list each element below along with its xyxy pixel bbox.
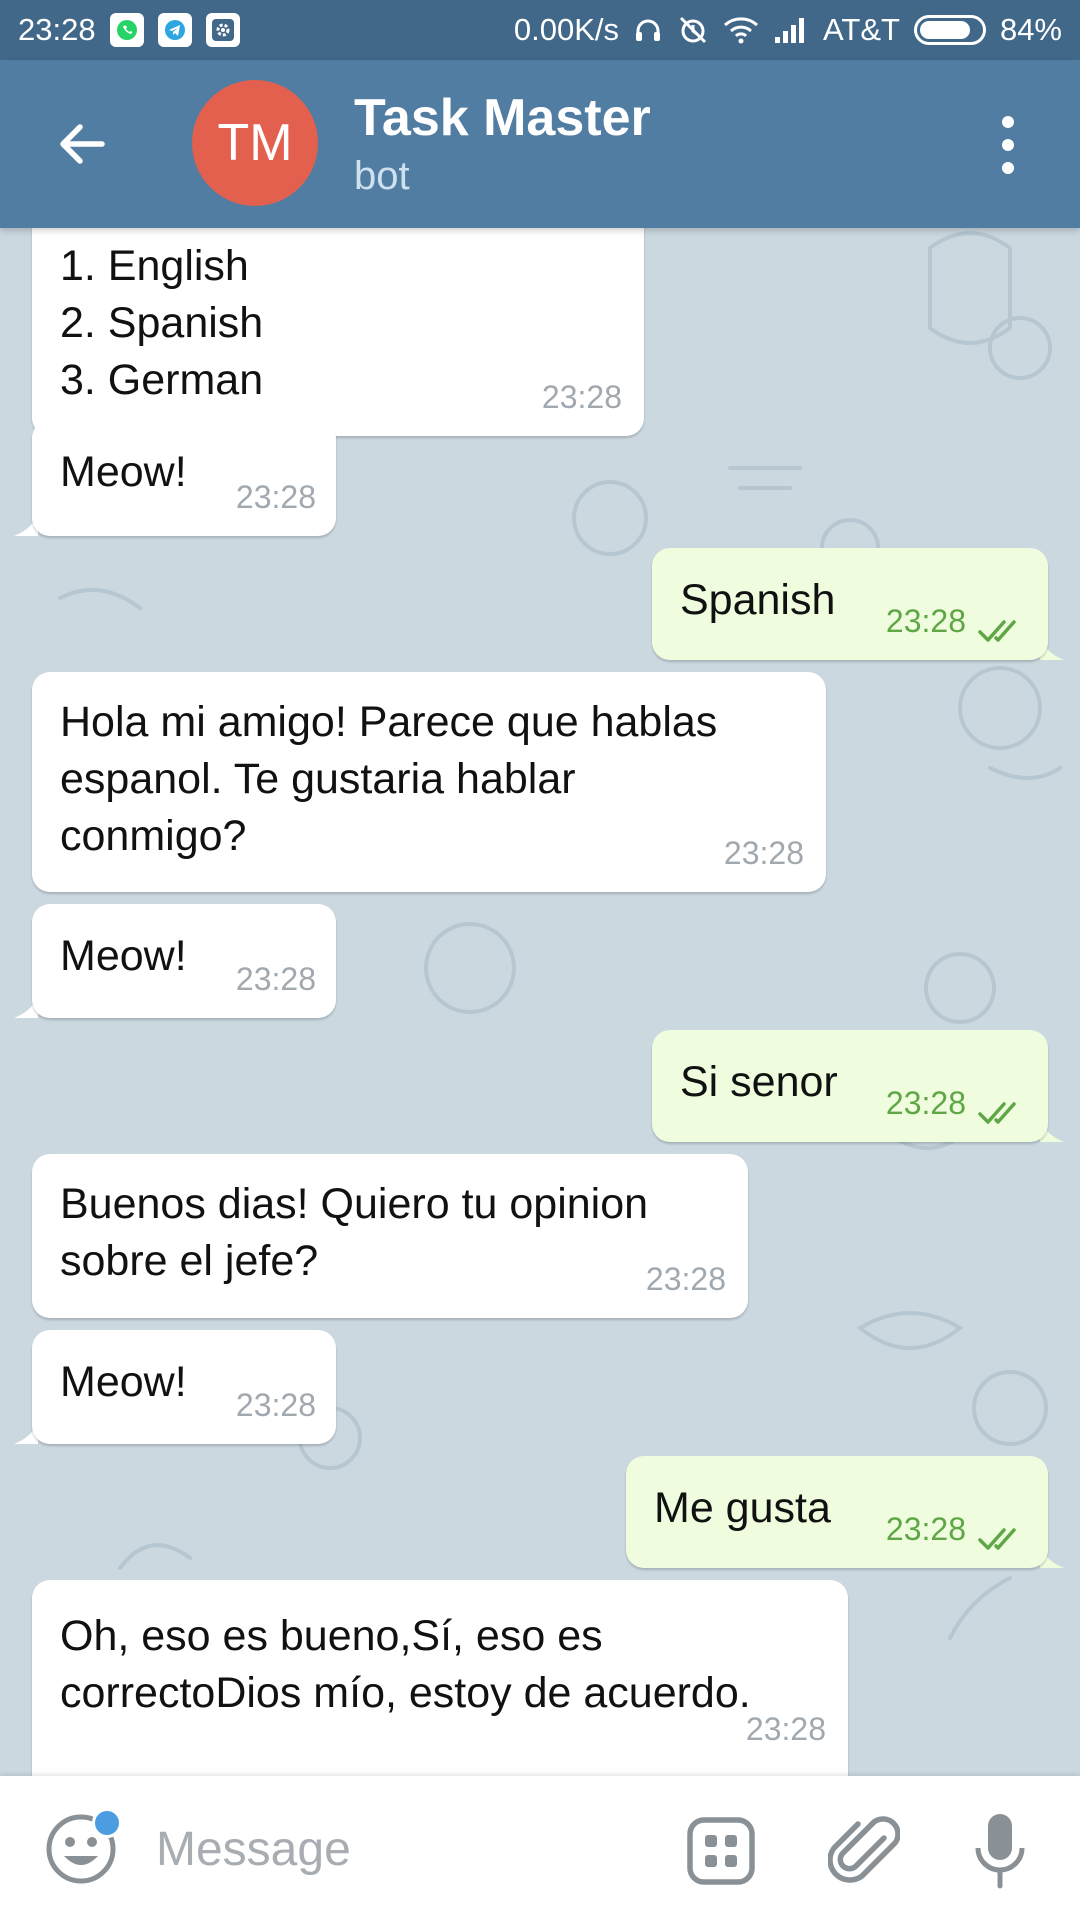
network-speed: 0.00K/s: [513, 12, 620, 47]
attach-button[interactable]: [827, 1810, 901, 1888]
message-time: 23:28: [885, 1511, 966, 1547]
message-input-bar: [0, 1776, 1080, 1920]
message-time: 23:28: [723, 835, 804, 871]
back-button[interactable]: [52, 114, 112, 174]
alarm-off-icon: [679, 16, 707, 44]
double-check-icon: [978, 1102, 1016, 1124]
message-text: Oh, eso es bueno,Sí, eso es correctoDios…: [60, 1612, 751, 1717]
chat-header: TM Task Master bot: [0, 60, 1080, 228]
more-vertical-icon: [1002, 116, 1014, 174]
message-text: Buenos dias! Quiero tu opinion sobre el …: [60, 1180, 649, 1285]
telegram-icon: [157, 13, 192, 47]
paperclip-icon: [827, 1816, 901, 1883]
message-bubble-incoming[interactable]: Oh, eso es bueno,Sí, eso es correctoDios…: [32, 1580, 848, 1776]
message-text: Me gusta: [654, 1484, 831, 1532]
avatar[interactable]: TM: [192, 80, 318, 206]
battery-icon: [913, 15, 986, 45]
status-bar: 23:28 0.00K/s AT&T 84%: [0, 0, 1080, 60]
message-bubble-outgoing[interactable]: Me gusta 23:28: [626, 1456, 1048, 1568]
message-bubble-incoming[interactable]: Hola mi amigo! Parece que hablas espanol…: [32, 672, 826, 892]
chat-title[interactable]: Task Master: [354, 88, 651, 148]
bot-commands-icon: [687, 1817, 755, 1885]
message-bubble-incoming[interactable]: Buenos dias! Quiero tu opinion sobre el …: [32, 1154, 748, 1318]
clock: 23:28: [18, 12, 96, 47]
message-time: 23:28: [541, 379, 622, 415]
arrow-left-icon: [60, 124, 105, 164]
signal-icon: [775, 18, 805, 43]
carrier-name: AT&T: [823, 12, 900, 47]
message-text: Hola mi amigo! Parece que hablas espanol…: [60, 698, 718, 860]
double-check-icon: [978, 620, 1016, 642]
bot-commands-button[interactable]: [686, 1816, 756, 1886]
headphones-icon: [636, 19, 661, 41]
chat-subtitle: bot: [354, 154, 410, 198]
status-bar-left: 23:28: [18, 12, 240, 48]
message-bubble-outgoing[interactable]: Si senor 23:28: [652, 1030, 1048, 1142]
more-menu-button[interactable]: [988, 112, 1028, 178]
message-input[interactable]: [156, 1814, 636, 1884]
message-bubble-incoming[interactable]: Meow! 23:28: [32, 1330, 336, 1444]
message-text: Meow!: [60, 1358, 187, 1406]
message-time: 23:28: [885, 1085, 966, 1121]
whatsapp-icon: [109, 13, 144, 47]
battery-percent: 84%: [999, 12, 1062, 47]
message-time: 23:28: [885, 603, 966, 639]
wifi-icon: [724, 17, 759, 44]
message-bubble-incoming[interactable]: 1. English 2. Spanish 3. German 23:28: [32, 228, 644, 436]
voice-record-button[interactable]: [972, 1812, 1028, 1890]
message-list[interactable]: 1. English 2. Spanish 3. German 23:28 Me…: [0, 228, 1080, 1776]
new-stickers-badge: [92, 1808, 122, 1838]
microphone-icon: [975, 1814, 1025, 1889]
settings-icon: [205, 13, 240, 47]
double-check-icon: [978, 1528, 1016, 1550]
message-text: Meow!: [60, 932, 187, 980]
message-text: Spanish: [680, 576, 836, 624]
battery-level: [919, 21, 971, 39]
message-text: Meow!: [60, 448, 187, 496]
message-bubble-outgoing[interactable]: Spanish 23:28: [652, 548, 1048, 660]
status-bar-right: 0.00K/s AT&T 84%: [514, 12, 1062, 48]
message-bubble-incoming[interactable]: Meow! 23:28: [32, 904, 336, 1018]
message-bubble-incoming[interactable]: Meow! 23:28: [32, 420, 336, 536]
message-text: Si senor: [680, 1058, 838, 1106]
message-time: 23:28: [745, 1711, 826, 1747]
message-time: 23:28: [235, 1387, 316, 1423]
message-time: 23:28: [235, 961, 316, 997]
message-time: 23:28: [235, 479, 316, 515]
message-text: 1. English 2. Spanish 3. German: [60, 242, 264, 404]
message-time: 23:28: [645, 1261, 726, 1297]
